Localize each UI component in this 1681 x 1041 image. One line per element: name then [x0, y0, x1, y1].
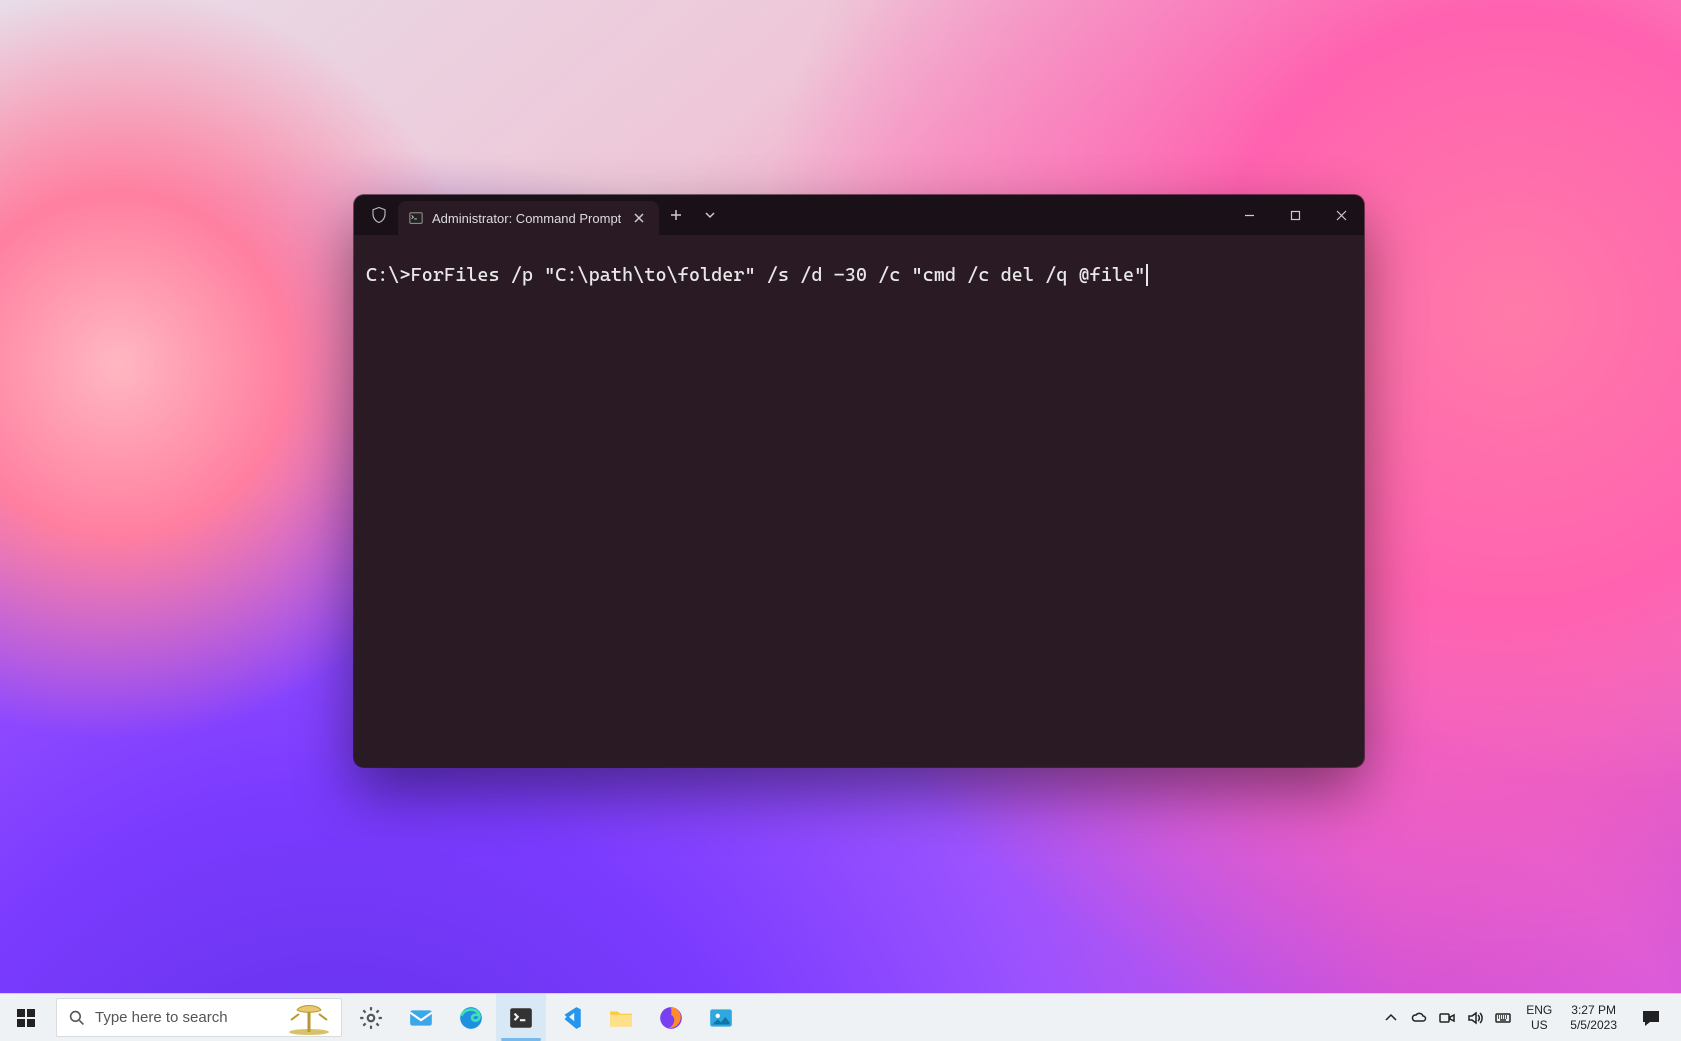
titlebar[interactable]: Administrator: Command Prompt [354, 195, 1364, 235]
tab-dropdown-button[interactable] [693, 198, 727, 232]
minimize-button[interactable] [1226, 195, 1272, 235]
taskbar-app-mail[interactable] [396, 994, 446, 1041]
clock[interactable]: 3:27 PM 5/5/2023 [1562, 994, 1625, 1041]
desktop[interactable]: Administrator: Command Prompt [0, 0, 1681, 1041]
lang-region: US [1526, 1018, 1552, 1032]
window-controls [1226, 195, 1364, 235]
taskbar-app-vscode[interactable] [546, 994, 596, 1041]
clock-time: 3:27 PM [1570, 1003, 1617, 1017]
clock-date: 5/5/2023 [1570, 1018, 1617, 1032]
keyboard-icon[interactable] [1490, 994, 1516, 1041]
search-icon [69, 1010, 85, 1026]
action-center-button[interactable] [1627, 994, 1675, 1041]
volume-icon[interactable] [1462, 994, 1488, 1041]
cursor [1146, 264, 1148, 286]
prompt-text: C:\> [366, 264, 411, 286]
taskbar: Type here to search [0, 993, 1681, 1041]
onedrive-icon[interactable] [1406, 994, 1432, 1041]
search-highlight-icon [283, 1001, 335, 1037]
taskbar-app-edge[interactable] [446, 994, 496, 1041]
language-indicator[interactable]: ENG US [1518, 994, 1560, 1041]
close-button[interactable] [1318, 195, 1364, 235]
shield-icon [366, 202, 392, 228]
command-text: ForFiles /p "C:\path\to\folder" /s /d -3… [411, 264, 1146, 286]
meet-now-icon[interactable] [1434, 994, 1460, 1041]
taskbar-app-photos[interactable] [696, 994, 746, 1041]
taskbar-app-firefox[interactable] [646, 994, 696, 1041]
search-placeholder: Type here to search [95, 1009, 228, 1026]
terminal-body[interactable]: C:\>ForFiles /p "C:\path\to\folder" /s /… [354, 235, 1364, 767]
taskbar-spacer [746, 994, 1372, 1041]
search-box[interactable]: Type here to search [56, 998, 342, 1037]
taskbar-app-terminal[interactable] [496, 994, 546, 1041]
tray-overflow-button[interactable] [1378, 994, 1404, 1041]
start-button[interactable] [0, 994, 52, 1041]
system-tray: ENG US 3:27 PM 5/5/2023 [1372, 994, 1681, 1041]
terminal-tab[interactable]: Administrator: Command Prompt [398, 201, 659, 235]
new-tab-button[interactable] [659, 198, 693, 232]
terminal-window[interactable]: Administrator: Command Prompt [354, 195, 1364, 767]
tab-title: Administrator: Command Prompt [432, 211, 621, 226]
maximize-button[interactable] [1272, 195, 1318, 235]
taskbar-app-explorer[interactable] [596, 994, 646, 1041]
taskbar-app-settings[interactable] [346, 994, 396, 1041]
cmd-icon [408, 210, 424, 226]
lang-code: ENG [1526, 1003, 1552, 1017]
tab-close-button[interactable] [629, 208, 649, 228]
